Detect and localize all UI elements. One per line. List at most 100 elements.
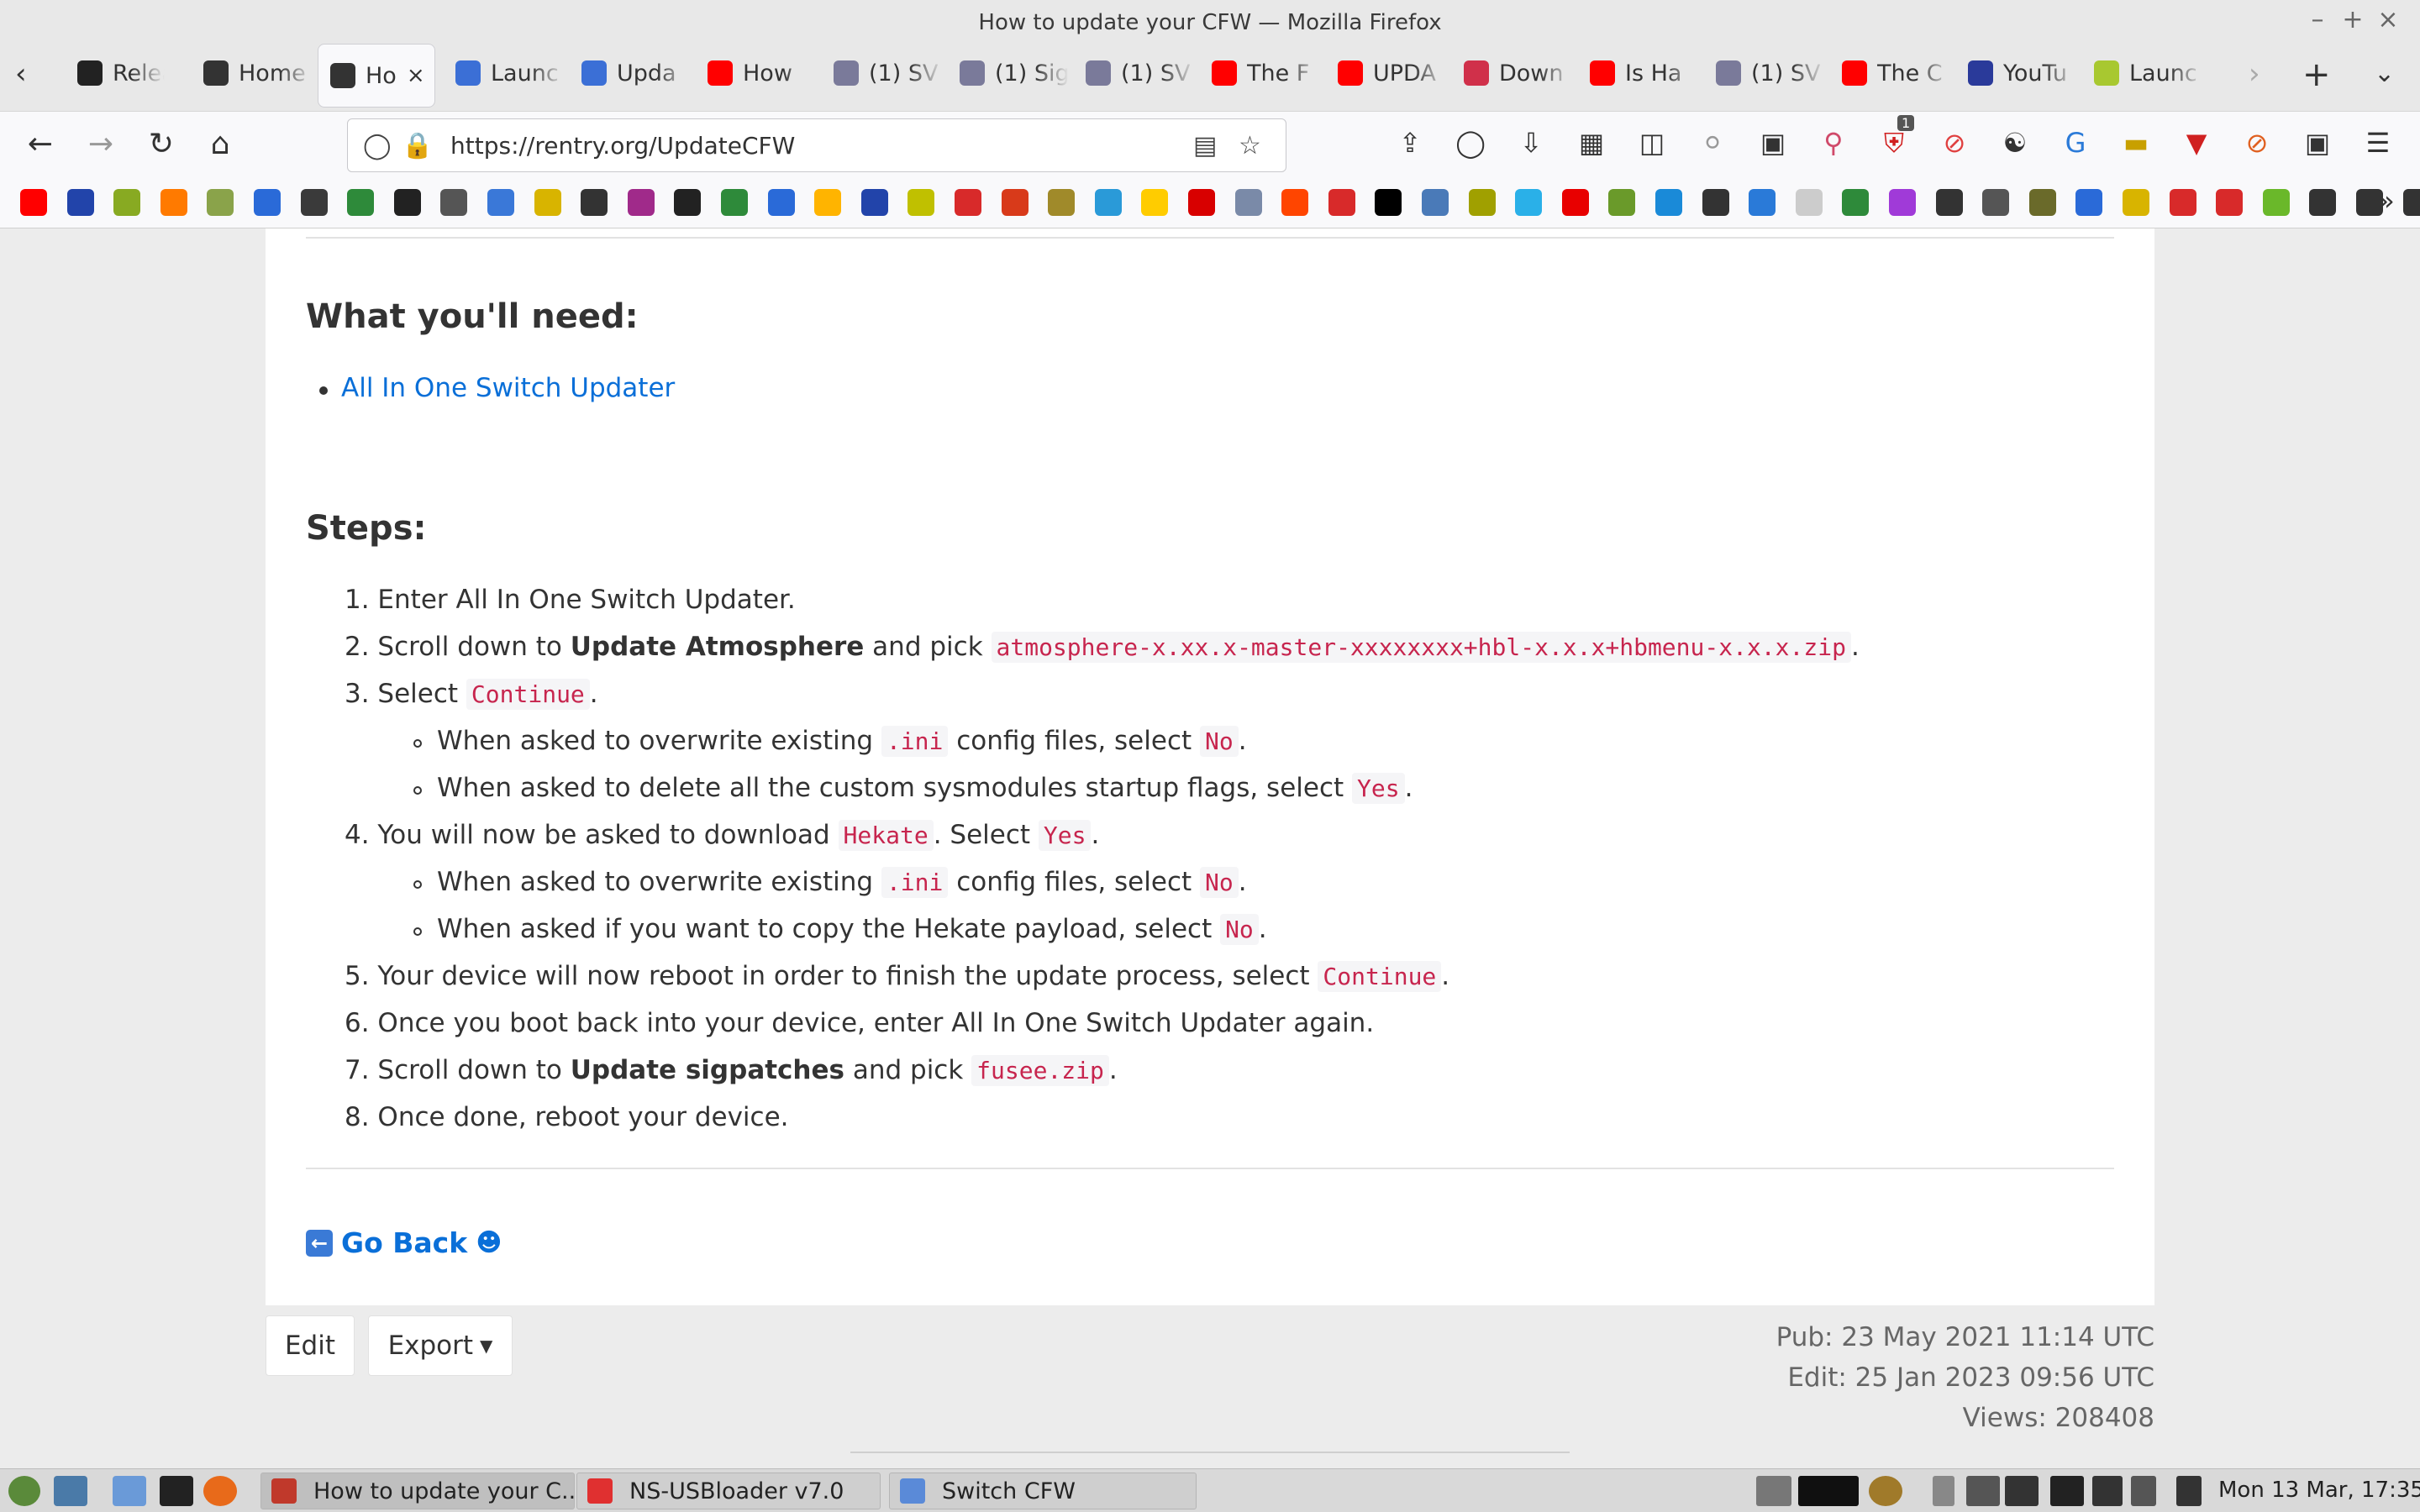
- bookmark-icon-45[interactable]: [2075, 189, 2103, 216]
- system-monitor-icon[interactable]: [1798, 1476, 1859, 1506]
- bookmark-icon-29[interactable]: [1328, 189, 1355, 216]
- bookmark-icon-19[interactable]: [860, 189, 888, 216]
- bookmark-icon-17[interactable]: [767, 189, 795, 216]
- go-back-label[interactable]: Go Back: [341, 1226, 467, 1259]
- bookmark-icon-18[interactable]: [814, 189, 842, 216]
- bookmark-icon-14[interactable]: [627, 189, 655, 216]
- task-ns-usbloader[interactable]: NS-USBloader v7.0: [576, 1473, 881, 1509]
- tab-manager-extension-icon[interactable]: ▣: [1754, 127, 1791, 159]
- disable-extension-icon[interactable]: ⊘: [2238, 127, 2275, 159]
- bookmark-icon-6[interactable]: [254, 189, 281, 216]
- bookmark-icon-8[interactable]: [347, 189, 375, 216]
- all-in-one-updater-link[interactable]: All In One Switch Updater: [341, 373, 675, 403]
- tab-5[interactable]: Upda: [570, 44, 691, 102]
- pocket-icon[interactable]: ◯: [1452, 127, 1489, 159]
- close-window-button[interactable]: ×: [2373, 5, 2403, 34]
- bookmark-icon-39[interactable]: [1795, 189, 1823, 216]
- scroll-tabs-right-icon[interactable]: ›: [2249, 57, 2260, 91]
- bookmark-icon-33[interactable]: [1515, 189, 1543, 216]
- ruler-extension-icon[interactable]: ▬: [2118, 127, 2154, 159]
- bookmark-icon-47[interactable]: [2169, 189, 2196, 216]
- bookmark-icon-52[interactable]: [2402, 189, 2420, 216]
- bookmark-icon-10[interactable]: [440, 189, 468, 216]
- terminal-icon[interactable]: [160, 1476, 193, 1506]
- menu-icon[interactable]: ☰: [2360, 127, 2396, 159]
- bookmark-icon-46[interactable]: [2123, 189, 2149, 216]
- bookmark-icon-25[interactable]: [1141, 189, 1169, 216]
- bookmark-icon-35[interactable]: [1608, 189, 1636, 216]
- back-button[interactable]: ←: [20, 127, 60, 161]
- edit-button[interactable]: Edit: [266, 1315, 355, 1376]
- downloads-icon[interactable]: ⇩: [1512, 127, 1549, 159]
- tab-12[interactable]: Down: [1452, 44, 1573, 102]
- bookmark-icon-7[interactable]: [300, 189, 328, 216]
- user-agent-extension-icon[interactable]: ☯: [1996, 127, 2033, 159]
- bookmark-star-icon[interactable]: ☆: [1239, 131, 1261, 160]
- close-tab-icon[interactable]: ×: [407, 63, 425, 88]
- go-back-link[interactable]: ← Go Back ☻: [306, 1226, 502, 1259]
- bookmark-icon-4[interactable]: [160, 189, 187, 216]
- bluetooth-icon[interactable]: [1933, 1476, 1954, 1506]
- sidebar-icon[interactable]: ◫: [1634, 127, 1670, 159]
- update-manager-icon[interactable]: [2092, 1476, 2123, 1506]
- tab-8[interactable]: (1) Sig: [948, 44, 1069, 102]
- tab-15[interactable]: The C: [1830, 44, 1951, 102]
- firefox-icon[interactable]: [203, 1476, 237, 1506]
- grammarly-extension-icon[interactable]: G: [2057, 127, 2094, 159]
- bookmark-icon-16[interactable]: [721, 189, 748, 216]
- bookmark-icon-20[interactable]: [908, 189, 935, 216]
- tab-6[interactable]: How: [696, 44, 817, 102]
- bookmark-icon-11[interactable]: [487, 189, 514, 216]
- blocker-extension-icon[interactable]: ⊘: [1936, 127, 1973, 159]
- bookmark-icon-5[interactable]: [207, 189, 234, 216]
- bookmark-icon-30[interactable]: [1375, 189, 1402, 216]
- tab-17[interactable]: Launc: [2082, 44, 2203, 102]
- url-bar[interactable]: ◯ 🔒 https://rentry.org/UpdateCFW ▤ ☆: [347, 118, 1286, 172]
- extensions-icon[interactable]: ▣: [2299, 127, 2336, 159]
- mint-menu-icon[interactable]: [8, 1476, 40, 1506]
- display-icon[interactable]: [1966, 1476, 2000, 1506]
- bookmark-icon-44[interactable]: [2028, 189, 2056, 216]
- bookmark-icon-3[interactable]: [113, 189, 141, 216]
- tab-7[interactable]: (1) SV: [822, 44, 943, 102]
- minimize-button[interactable]: –: [2302, 5, 2333, 34]
- bookmark-icon-31[interactable]: [1422, 189, 1449, 216]
- volume-icon[interactable]: [2005, 1476, 2039, 1506]
- network-icon[interactable]: [2131, 1476, 2156, 1506]
- maximize-button[interactable]: +: [2338, 5, 2368, 34]
- library-icon[interactable]: ▦: [1573, 127, 1610, 159]
- save-to-pocket-icon[interactable]: ⇪: [1392, 127, 1428, 159]
- bookmark-icon-32[interactable]: [1468, 189, 1496, 216]
- battery-icon[interactable]: [2176, 1476, 2202, 1506]
- bookmark-icon-43[interactable]: [1982, 189, 2010, 216]
- bookmark-icon-27[interactable]: [1234, 189, 1262, 216]
- clock[interactable]: Mon 13 Mar, 17:35: [2218, 1478, 2420, 1503]
- tab-16[interactable]: YouTu: [1956, 44, 2077, 102]
- bookmark-icon-36[interactable]: [1655, 189, 1682, 216]
- bookmark-icon-2[interactable]: [66, 189, 94, 216]
- bookmark-icon-12[interactable]: [534, 189, 561, 216]
- lock-icon[interactable]: 🔒: [402, 131, 433, 160]
- tab-2[interactable]: Home: [192, 44, 313, 102]
- bookmark-icon-13[interactable]: [581, 189, 608, 216]
- list-all-tabs-icon[interactable]: ⌄: [2374, 59, 2395, 88]
- bookmark-icon-1[interactable]: [20, 189, 47, 216]
- tab-4[interactable]: Launc: [444, 44, 565, 102]
- task-switch-cfw[interactable]: Switch CFW: [889, 1473, 1197, 1509]
- tab-9[interactable]: (1) SV: [1074, 44, 1195, 102]
- shield-icon[interactable]: ◯: [363, 131, 392, 160]
- bookmark-icon-28[interactable]: [1281, 189, 1309, 216]
- tab-3[interactable]: Ho ×: [318, 44, 435, 108]
- dislike-extension-icon[interactable]: ▼: [2178, 127, 2215, 159]
- camera-icon[interactable]: [1756, 1476, 1791, 1506]
- more-bookmarks-icon[interactable]: »: [2368, 185, 2405, 217]
- files-icon[interactable]: [113, 1476, 146, 1506]
- ublock-icon[interactable]: ⛨ 1: [1876, 115, 1915, 160]
- task-firefox[interactable]: How to update your C...: [260, 1473, 575, 1509]
- bookmark-icon-21[interactable]: [955, 189, 981, 216]
- reload-button[interactable]: ↻: [141, 127, 182, 161]
- bookmark-icon-41[interactable]: [1889, 189, 1916, 216]
- url-text[interactable]: https://rentry.org/UpdateCFW: [450, 132, 795, 160]
- bookmark-icon-49[interactable]: [2262, 189, 2290, 216]
- bookmark-icon-23[interactable]: [1048, 189, 1076, 216]
